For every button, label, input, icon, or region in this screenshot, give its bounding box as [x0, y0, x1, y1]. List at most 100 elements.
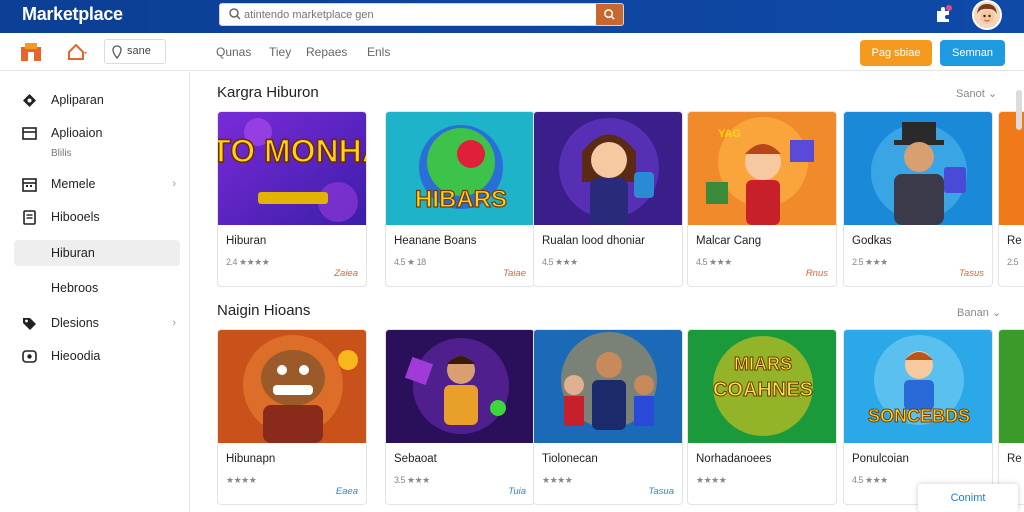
thumb-text: COAHNES — [713, 379, 813, 401]
top-bar: Marketplace — [0, 0, 1024, 33]
app-name: Godkas — [852, 235, 892, 247]
pin-icon — [112, 45, 122, 59]
app-price: Tuia — [508, 486, 526, 497]
document-icon — [23, 210, 36, 225]
app-name: Malcar Cang — [696, 235, 762, 247]
nav-link-4[interactable]: Enls — [367, 45, 390, 59]
tag-icon — [23, 318, 36, 330]
thumb-text: MIARS — [734, 354, 792, 374]
nav-link-1[interactable]: Qunas — [216, 45, 251, 59]
app-card[interactable]: ATO MONHA! Hiburan 2.4 ★★★★ Zaiea — [217, 111, 367, 287]
sidebar-item-label: Apliparan — [51, 93, 104, 107]
app-card[interactable]: Re — [998, 329, 1024, 505]
app-card[interactable]: MIARS COAHNES Norhadanoees ★★★★ — [687, 329, 837, 505]
app-card[interactable]: Tiolonecan ★★★★ Tasua — [533, 329, 683, 505]
app-rating: 3.5 ★★★ — [394, 475, 430, 485]
store-logo-icon[interactable] — [20, 42, 42, 62]
diamond-icon — [23, 94, 36, 107]
search-icon — [604, 9, 615, 20]
avatar-face-icon — [974, 2, 1000, 28]
brand-logo[interactable]: Marketplace — [22, 4, 123, 25]
sidebar-item-label: Aplioaion — [51, 126, 103, 140]
game-art-top-hat-man — [844, 112, 992, 225]
game-art-hibars: HIBARS — [386, 112, 534, 225]
location-label: sane — [127, 45, 151, 57]
sidebar-item-label: Hibooels — [51, 210, 100, 224]
app-rating: 4.5 ★★★ — [696, 257, 732, 267]
calendar-icon — [22, 178, 37, 192]
sidebar-item-label: Dlesions — [51, 316, 99, 330]
svg-text:YAG: YAG — [718, 128, 741, 140]
game-art-girl-hero — [534, 112, 682, 225]
sidebar-item-hibooels[interactable]: Hibooels — [14, 204, 180, 230]
orange-action-button[interactable]: Pag sbiae — [860, 40, 932, 66]
home-icon[interactable] — [67, 43, 89, 61]
app-name: Re — [1007, 453, 1022, 465]
app-card[interactable]: Hibunapn ★★★★ Eaea — [217, 329, 367, 505]
app-card[interactable]: HIBARS Heanane Boans 4.5 ★ 18 Taiae — [385, 111, 535, 287]
app-price: Rnus — [805, 268, 828, 279]
sidebar-item-label: Hiburan — [51, 246, 95, 260]
app-name: Re — [1007, 235, 1022, 247]
app-name: Ponulcoian — [852, 453, 909, 465]
eye-icon — [22, 350, 37, 363]
puzzle-icon[interactable] — [934, 5, 952, 23]
sidebar-item-hiburan[interactable]: Hiburan — [14, 240, 180, 266]
app-card[interactable]: Re 2.5 — [998, 111, 1024, 287]
section-title: Kargra Hiburon — [217, 84, 319, 101]
sidebar-item-label: Hieoodia — [51, 349, 101, 363]
sidebar-item-memele[interactable]: Memele › — [14, 171, 180, 197]
sort-dropdown[interactable]: Banan ⌄ — [957, 306, 1001, 319]
app-rating: ★★★★ — [696, 475, 727, 485]
sidebar-item-label: Hebroos — [51, 281, 99, 295]
sidebar-item-apliparan[interactable]: Apliparan — [14, 87, 180, 113]
app-card[interactable]: Rualan lood dhoniar 4.5 ★★★ — [533, 111, 683, 287]
sort-dropdown[interactable]: Sanot ⌄ — [956, 87, 997, 100]
search-input[interactable] — [244, 6, 584, 23]
app-price: Zaiea — [334, 268, 358, 279]
game-art-team — [534, 330, 682, 443]
search-button[interactable] — [596, 4, 623, 25]
sidebar-item-aplioaion[interactable]: Aplioaion — [14, 120, 180, 146]
app-rating: 2.4 ★★★★ — [226, 257, 270, 267]
window-icon — [22, 127, 37, 140]
floating-action-button[interactable]: Conimt — [918, 484, 1018, 512]
sidebar-item-dlesions[interactable]: Dlesions › — [14, 310, 180, 336]
app-rating: 2.5 — [1007, 257, 1019, 267]
app-card[interactable]: YAG Malcar Cang 4.5 ★★★ Rnus — [687, 111, 837, 287]
svg-text:SONCEBDS: SONCEBDS — [868, 406, 970, 426]
game-art-coahnes: MIARS COAHNES — [688, 330, 836, 443]
app-name: Hiburan — [226, 235, 267, 247]
chevron-right-icon: › — [172, 317, 176, 329]
chevron-down-icon: ⌄ — [991, 307, 1002, 319]
scrollbar[interactable] — [1016, 90, 1022, 130]
app-price: Tasua — [648, 486, 674, 497]
app-card[interactable]: Godkas 2.5 ★★★ Tasus — [843, 111, 993, 287]
app-rating: 4.5 ★ 18 — [394, 257, 426, 267]
chevron-down-icon: ⌄ — [987, 88, 998, 100]
chevron-right-icon: › — [172, 178, 176, 190]
blue-action-button[interactable]: Semnan — [940, 40, 1005, 66]
location-selector[interactable]: sane — [104, 39, 166, 64]
nav-link-3[interactable]: Repaes — [306, 45, 347, 59]
app-rating: 4.5 ★★★ — [542, 257, 578, 267]
sidebar-item-hieoodia[interactable]: Hieoodia — [14, 343, 180, 369]
nav-link-2[interactable]: Tiey — [269, 45, 291, 59]
sidebar-item-hebroos[interactable]: Hebroos — [14, 275, 180, 301]
user-avatar[interactable] — [972, 0, 1002, 30]
app-name: Sebaoat — [394, 453, 437, 465]
sub-navigation-bar: sane Qunas Tiey Repaes Enls Pag sbiae Se… — [0, 33, 1024, 71]
search-icon — [229, 8, 241, 20]
svg-text:ATO MONHA!: ATO MONHA! — [218, 133, 367, 169]
sidebar-subtext: Blilis — [51, 148, 72, 159]
app-card[interactable]: SONCEBDS Ponulcoian 4.5 ★★★ — [843, 329, 993, 505]
app-name: Rualan lood dhoniar — [542, 235, 645, 247]
game-art-creature — [218, 330, 366, 443]
game-art-soncebds: SONCEBDS — [844, 330, 992, 443]
svg-text:HIBARS: HIBARS — [415, 186, 507, 213]
search-bar — [219, 3, 624, 26]
app-price: Taiae — [503, 268, 526, 279]
app-rating: 4.5 ★★★ — [852, 475, 888, 485]
game-art-partial-2 — [999, 330, 1024, 443]
app-card[interactable]: Sebaoat 3.5 ★★★ Tuia — [385, 329, 535, 505]
